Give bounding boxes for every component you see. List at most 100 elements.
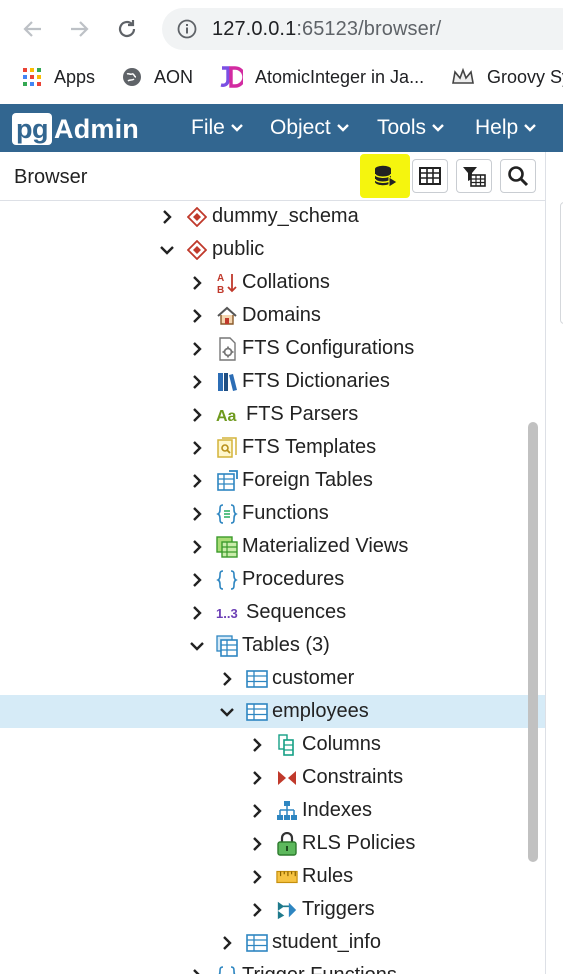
jetbrains-icon <box>219 66 243 88</box>
tree-node-label: Tables (3) <box>242 634 330 656</box>
tree-node-rules[interactable]: Rules <box>0 860 545 893</box>
chevron-right-icon[interactable] <box>250 869 264 884</box>
lock-icon <box>276 831 298 856</box>
info-icon[interactable] <box>176 18 198 40</box>
menu-help[interactable]: Help <box>475 116 537 140</box>
search-objects-button[interactable] <box>500 159 536 193</box>
chevron-right-icon[interactable] <box>250 902 264 917</box>
url-text: 127.0.0.1:65123/browser/ <box>212 18 441 41</box>
reload-icon <box>118 20 136 38</box>
tree-node-rls-policies[interactable]: RLS Policies <box>0 827 545 860</box>
tree-node-dummy-schema[interactable]: dummy_schema <box>0 200 545 233</box>
function-icon <box>216 503 238 525</box>
chevron-right-icon[interactable] <box>190 374 204 389</box>
reload-button[interactable] <box>110 12 144 46</box>
tree-node-triggers[interactable]: Triggers <box>0 893 545 926</box>
schema-icon <box>186 239 208 261</box>
tree-node-label: customer <box>272 667 355 689</box>
svg-text:B: B <box>217 285 224 295</box>
tree-node-label: Sequences <box>246 601 347 623</box>
tree-node-fts-parsers[interactable]: Aa FTS Parsers <box>0 398 545 431</box>
menu-tools[interactable]: Tools <box>377 116 444 140</box>
tree-node-label: Procedures <box>242 568 345 590</box>
chevron-down-icon[interactable] <box>190 639 204 653</box>
tree-node-public[interactable]: public <box>0 233 545 266</box>
chevron-right-icon[interactable] <box>190 539 204 554</box>
bookmark-atomicinteger[interactable]: AtomicInteger in Ja... <box>219 62 424 92</box>
menu-label: Help <box>475 116 519 139</box>
address-bar[interactable]: 127.0.0.1:65123/browser/ <box>162 8 563 50</box>
tree-node-materialized-views[interactable]: Materialized Views <box>0 530 545 563</box>
tree-node-sequences[interactable]: 1..3 Sequences <box>0 596 545 629</box>
chevron-right-icon[interactable] <box>250 836 264 851</box>
filtered-rows-button[interactable] <box>456 159 492 193</box>
domain-house-icon <box>216 305 238 327</box>
chevron-down-icon[interactable] <box>220 705 234 719</box>
forward-button[interactable] <box>62 12 96 46</box>
tree-node-employees[interactable]: employees <box>0 695 545 728</box>
chevron-down-icon <box>432 124 444 132</box>
tree-node-trigger-functions[interactable]: Trigger Functions <box>0 959 545 974</box>
bookmark-groovy[interactable]: Groovy Sy <box>451 62 563 92</box>
back-button[interactable] <box>16 12 50 46</box>
tree-node-constraints[interactable]: Constraints <box>0 761 545 794</box>
chevron-right-icon[interactable] <box>190 308 204 323</box>
tree-node-indexes[interactable]: Indexes <box>0 794 545 827</box>
bookmark-label: Apps <box>54 66 96 87</box>
pgadmin-logo: pg Admin <box>12 112 139 146</box>
globe-icon <box>122 67 142 87</box>
chevron-right-icon[interactable] <box>190 572 204 587</box>
tree-node-fts-templates[interactable]: FTS Templates <box>0 431 545 464</box>
bookmark-apps[interactable]: Apps <box>22 62 95 92</box>
view-data-button[interactable] <box>412 159 448 193</box>
chevron-right-icon[interactable] <box>190 506 204 521</box>
indexes-icon <box>276 800 298 822</box>
tree-node-functions[interactable]: Functions <box>0 497 545 530</box>
bookmark-label: Groovy Sy <box>487 66 563 87</box>
tree-node-label: public <box>212 238 265 260</box>
tree-node-columns[interactable]: Columns <box>0 728 545 761</box>
procedure-icon <box>216 569 238 591</box>
chevron-right-icon[interactable] <box>190 407 204 422</box>
chevron-right-icon[interactable] <box>190 968 204 974</box>
query-tool-button[interactable] <box>360 154 410 198</box>
menu-object[interactable]: Object <box>270 116 349 140</box>
chevron-right-icon[interactable] <box>190 275 204 290</box>
tree-node-fts-configurations[interactable]: FTS Configurations <box>0 332 545 365</box>
chevron-right-icon[interactable] <box>250 803 264 818</box>
arrow-right-icon <box>71 21 89 37</box>
chevron-right-icon[interactable] <box>190 341 204 356</box>
tree-node-procedures[interactable]: Procedures <box>0 563 545 596</box>
chevron-right-icon[interactable] <box>250 737 264 752</box>
tree-node-foreign-tables[interactable]: Foreign Tables <box>0 464 545 497</box>
chevron-right-icon[interactable] <box>160 209 174 224</box>
tree-node-collations[interactable]: AB Collations <box>0 266 545 299</box>
tree-node-label: Triggers <box>302 898 375 920</box>
foreign-table-icon <box>216 469 238 492</box>
chevron-right-icon[interactable] <box>250 770 264 785</box>
tree-node-customer[interactable]: customer <box>0 662 545 695</box>
tree-node-label: FTS Templates <box>242 436 377 458</box>
tree-node-domains[interactable]: Domains <box>0 299 545 332</box>
fts-parser-icon: Aa <box>216 404 242 426</box>
chevron-right-icon[interactable] <box>220 935 234 950</box>
chevron-right-icon[interactable] <box>220 671 234 686</box>
menu-file[interactable]: File <box>191 116 243 140</box>
tree-node-student-info[interactable]: student_info <box>0 926 545 959</box>
chevron-right-icon[interactable] <box>190 605 204 620</box>
tree-node-tables[interactable]: Tables (3) <box>0 629 545 662</box>
browser-panel-toolbar: Browser <box>0 152 545 201</box>
chevron-right-icon[interactable] <box>190 440 204 455</box>
tree-node-fts-dictionaries[interactable]: FTS Dictionaries <box>0 365 545 398</box>
tree-node-label: FTS Dictionaries <box>242 370 390 392</box>
chevron-down-icon[interactable] <box>160 243 174 257</box>
object-tree: dummy_schema public AB Collations Domain… <box>0 200 545 974</box>
trigger-function-icon <box>216 965 238 974</box>
search-icon <box>508 166 529 187</box>
tables-icon <box>216 634 238 657</box>
app-header: pg Admin File Object Tools Help <box>0 104 563 152</box>
chevron-right-icon[interactable] <box>190 473 204 488</box>
bookmark-label: AON <box>154 66 194 87</box>
tree-scrollbar-thumb[interactable] <box>528 422 538 862</box>
bookmark-aon[interactable]: AON <box>122 62 193 92</box>
